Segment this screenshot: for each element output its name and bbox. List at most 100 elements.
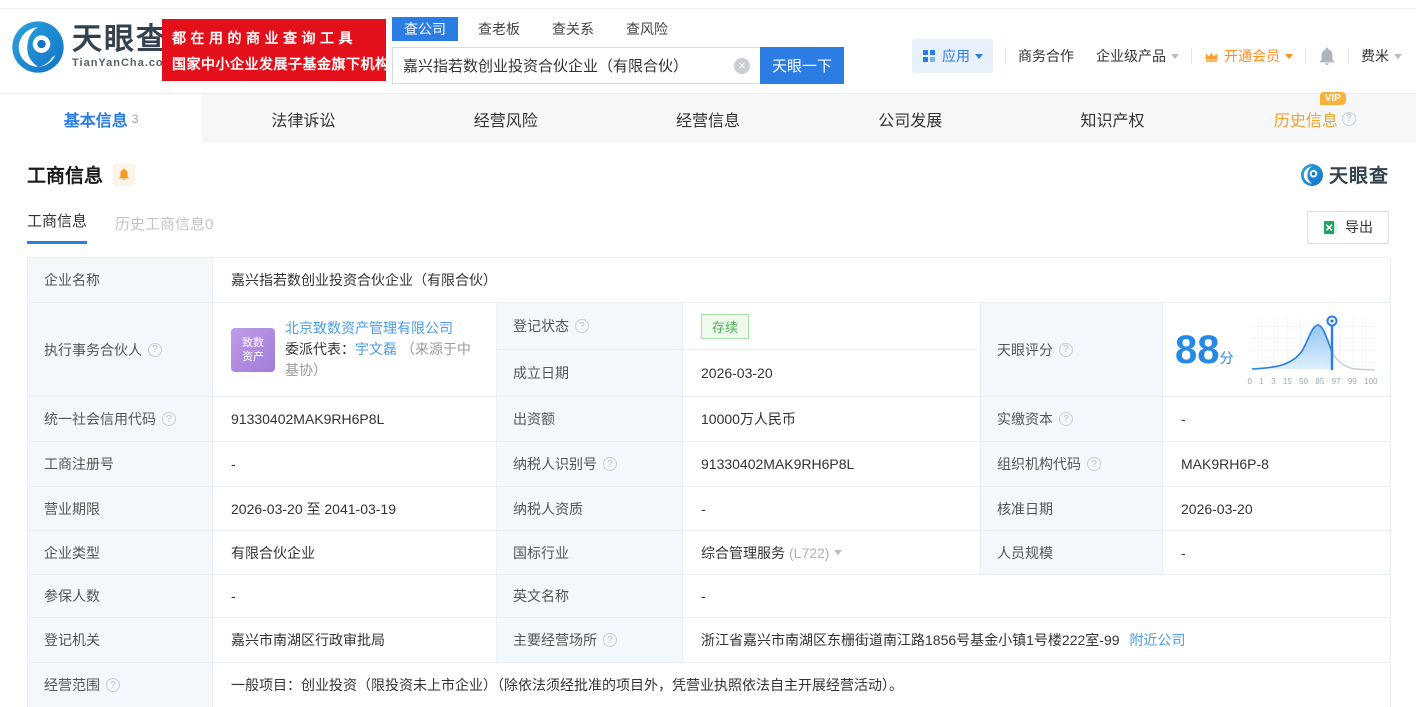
score-value: 88: [1175, 327, 1220, 372]
monitor-bell-button[interactable]: [113, 163, 136, 186]
industry-cell: 综合管理服务 (L722): [683, 531, 981, 575]
help-icon[interactable]: ?: [1059, 412, 1073, 426]
search-tab-risk[interactable]: 查风险: [614, 17, 680, 41]
establish-date-value: 2026-03-20: [683, 350, 981, 397]
tab-label: 经营信息: [675, 112, 740, 130]
help-icon[interactable]: ?: [603, 457, 617, 471]
field-label: 参保人数: [28, 575, 213, 618]
tab-label: 知识产权: [1080, 112, 1145, 130]
field-label: 天眼评分 ?: [981, 303, 1163, 397]
partner-company-link[interactable]: 北京致数资产管理有限公司: [285, 320, 453, 336]
subtab-history-business-info[interactable]: 历史工商信息0: [115, 213, 213, 244]
label-text: 执行事务合伙人: [44, 341, 142, 358]
search-input[interactable]: [393, 48, 760, 83]
insured-count-value: -: [213, 575, 497, 618]
label-text: 纳税人识别号: [513, 456, 597, 472]
vip-upgrade-menu[interactable]: 开通会员: [1204, 46, 1293, 66]
excel-icon: [1323, 220, 1338, 234]
field-label: 成立日期: [497, 350, 683, 397]
logo-title: 天眼查: [72, 23, 168, 56]
tab-label: 法律诉讼: [271, 112, 336, 130]
apps-label: 应用: [942, 48, 970, 64]
paid-capital-value: -: [1163, 397, 1391, 442]
tab-intellectual-property[interactable]: 知识产权: [1011, 94, 1213, 143]
help-icon[interactable]: ?: [575, 319, 589, 333]
menu-divider: [1191, 48, 1192, 64]
search-tab-boss[interactable]: 查老板: [466, 17, 532, 41]
tab-basic-info[interactable]: 基本信息 3: [0, 94, 203, 143]
industry-code: (L722): [789, 544, 830, 561]
field-label: 主要经营场所 ?: [497, 618, 683, 663]
help-icon[interactable]: ?: [603, 633, 617, 647]
apps-menu[interactable]: 应用: [912, 39, 993, 73]
header: 天眼查 TianYanCha.com 都在用的商业查询工具 国家中小企业发展子基…: [0, 9, 1416, 93]
chart-axis-labels: 0 1 3 15 50 85 97 99 100: [1247, 376, 1378, 386]
bell-curve-chart: [1249, 315, 1376, 370]
search-button[interactable]: 天眼一下: [760, 47, 844, 84]
score-distribution-chart: 0 1 3 15 50 85 97 99 100: [1248, 314, 1378, 386]
menu-divider: [1348, 48, 1349, 64]
main-content: 工商信息 天眼查 工商信息 历史工商信息0 导出 企业名称 嘉兴指若数创业投资合…: [0, 161, 1416, 707]
help-icon[interactable]: ?: [1341, 111, 1356, 126]
apps-grid-icon: [923, 50, 935, 62]
business-address-cell: 浙江省嘉兴市南湖区东栅街道南江路1856号基金小镇1号楼222室-99 附近公司: [683, 618, 1391, 663]
tab-operation-info[interactable]: 经营信息: [607, 94, 809, 143]
field-label: 经营范围 ?: [28, 663, 213, 707]
field-label: 企业名称: [28, 258, 213, 303]
help-icon[interactable]: ?: [148, 342, 162, 357]
nearby-companies-link[interactable]: 附近公司: [1130, 630, 1186, 650]
tab-label: 公司发展: [878, 112, 943, 130]
username: 费米: [1361, 48, 1389, 64]
tab-label: 经营风险: [473, 112, 538, 130]
tab-history-info[interactable]: 历史信息 VIP ?: [1214, 91, 1416, 143]
help-icon[interactable]: ?: [106, 678, 120, 692]
company-nav-tabs: 基本信息 3 法律诉讼 经营风险 经营信息 公司发展 知识产权 历史信息 VIP…: [0, 91, 1416, 143]
help-icon[interactable]: ?: [1059, 342, 1073, 357]
partner-logo[interactable]: 致数 资产: [231, 327, 275, 372]
search-tab-relation[interactable]: 查关系: [540, 17, 606, 41]
banner-line1: 都在用的商业查询工具: [172, 30, 357, 46]
tab-company-development[interactable]: 公司发展: [809, 94, 1011, 143]
cooperation-menu[interactable]: 商务合作: [1018, 46, 1074, 66]
field-label: 统一社会信用代码 ?: [28, 397, 213, 442]
label-text: 登记状态: [513, 318, 569, 334]
reg-status-cell: 存续: [683, 303, 981, 350]
industry-value: 综合管理服务: [701, 544, 785, 561]
bell-icon: [119, 168, 129, 181]
clear-search-icon[interactable]: ✕: [734, 58, 750, 74]
reg-number-value: -: [213, 442, 497, 487]
notification-bell-icon[interactable]: [1318, 47, 1336, 66]
field-label: 出资额: [497, 397, 683, 442]
field-label: 工商注册号: [28, 442, 213, 487]
export-label: 导出: [1345, 219, 1373, 235]
label-text: 主要经营场所: [513, 632, 597, 648]
chevron-down-icon: [975, 53, 983, 59]
field-label: 纳税人资质: [497, 487, 683, 531]
taxpayer-id-value: 91330402MAK9RH6P8L: [683, 442, 981, 487]
chevron-down-icon[interactable]: [834, 550, 843, 555]
approval-date-value: 2026-03-20: [1163, 487, 1391, 531]
menu-divider: [1305, 48, 1306, 64]
tab-operation-risk[interactable]: 经营风险: [405, 94, 607, 143]
section-title: 工商信息: [27, 166, 104, 187]
user-menu[interactable]: 费米: [1361, 46, 1402, 66]
field-label: 企业类型: [28, 531, 213, 575]
subtab-business-info[interactable]: 工商信息: [27, 210, 88, 244]
company-type-value: 有限合伙企业: [213, 531, 497, 575]
credit-code-value: 91330402MAK9RH6P8L: [213, 397, 497, 442]
site-logo[interactable]: 天眼查 TianYanCha.com: [10, 19, 174, 75]
help-icon[interactable]: ?: [1087, 457, 1101, 471]
enterprise-product-menu[interactable]: 企业级产品: [1096, 46, 1179, 66]
rep-name-link[interactable]: 宇文磊: [355, 341, 397, 357]
watermark-logo: 天眼查: [1300, 161, 1389, 188]
search-area: 查公司 查老板 查关系 查风险 ✕ 天眼一下: [392, 17, 844, 84]
field-label: 登记状态 ?: [497, 303, 683, 350]
field-label: 执行事务合伙人 ?: [28, 303, 213, 397]
business-address-value: 浙江省嘉兴市南湖区东栅街道南江路1856号基金小镇1号楼222室-99: [701, 632, 1120, 648]
english-name-value: -: [683, 575, 1391, 618]
export-button[interactable]: 导出: [1307, 210, 1389, 244]
help-icon[interactable]: ?: [162, 412, 176, 426]
search-tab-company[interactable]: 查公司: [392, 17, 458, 41]
tab-legal-proceedings[interactable]: 法律诉讼: [202, 94, 404, 143]
label-text: 统一社会信用代码: [44, 411, 156, 427]
